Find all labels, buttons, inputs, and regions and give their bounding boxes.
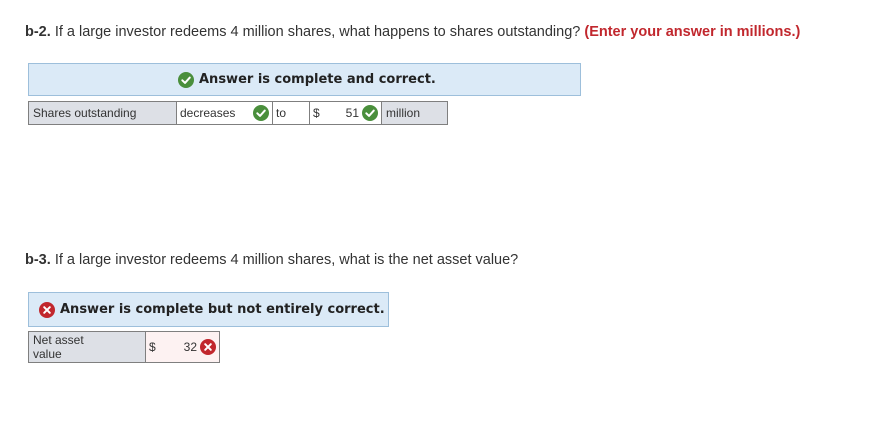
x-circle-icon <box>200 339 216 355</box>
row-label: Shares outstanding <box>28 101 177 125</box>
question-number: b-2. <box>25 24 51 40</box>
question-text: If a large investor redeems 4 million sh… <box>54 252 519 268</box>
to-label: to <box>272 101 310 125</box>
answer-status-banner: Answer is complete and correct. <box>28 63 581 96</box>
direction-select[interactable]: decreases <box>176 101 273 125</box>
to-text: to <box>276 106 287 120</box>
answer-status-text: Answer is complete but not entirely corr… <box>60 302 385 317</box>
unit-label: million <box>381 101 448 125</box>
nav-value: 32 <box>183 340 197 354</box>
answer-table-b2: Shares outstanding decreases to $ 51 mil… <box>28 101 448 125</box>
shares-value: 51 <box>345 106 359 120</box>
question-number: b-3. <box>25 252 51 268</box>
question-b2: b-2. If a large investor redeems 4 milli… <box>25 24 800 40</box>
question-b3: b-3. If a large investor redeems 4 milli… <box>25 252 518 268</box>
currency-symbol: $ <box>313 106 320 120</box>
shares-value-input[interactable]: $ 51 <box>309 101 382 125</box>
check-circle-icon <box>253 105 269 121</box>
answer-status-text: Answer is complete and correct. <box>199 72 436 87</box>
answer-status-banner: Answer is complete but not entirely corr… <box>28 292 389 327</box>
row-label-text: Net asset value <box>33 333 84 361</box>
check-circle-icon <box>362 105 378 121</box>
direction-value: decreases <box>180 106 236 120</box>
nav-value-input[interactable]: $ 32 <box>145 331 220 363</box>
row-label: Net asset value <box>28 331 146 363</box>
question-hint: (Enter your answer in millions.) <box>584 24 801 40</box>
check-circle-icon <box>178 71 194 88</box>
question-text: If a large investor redeems 4 million sh… <box>54 24 581 40</box>
currency-symbol: $ <box>149 340 156 354</box>
answer-table-b3: Net asset value $ 32 <box>28 331 220 363</box>
x-circle-icon <box>39 301 55 318</box>
